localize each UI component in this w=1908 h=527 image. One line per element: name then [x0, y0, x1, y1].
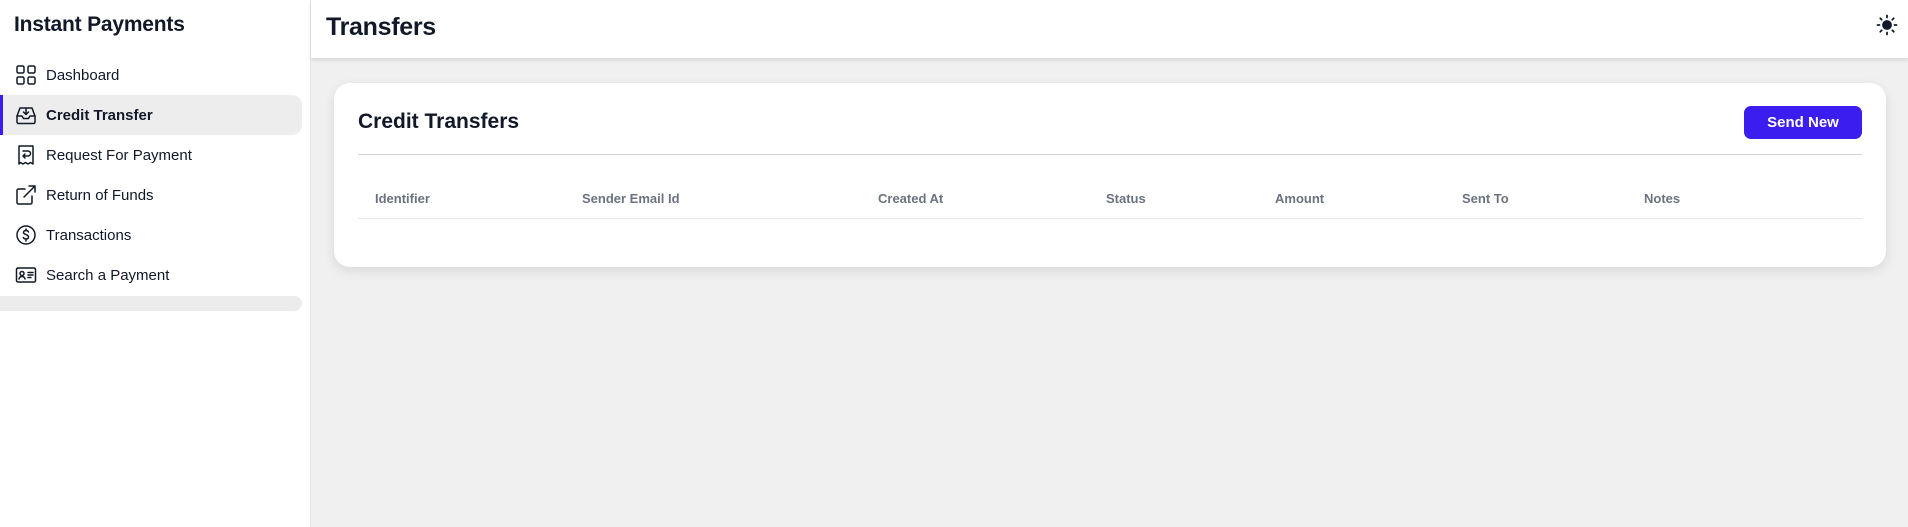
column-header-created-at[interactable]: Created At: [878, 191, 943, 206]
card-title: Credit Transfers: [358, 110, 520, 133]
sidebar-item-label: Search a Payment: [46, 266, 170, 284]
sidebar-item-label: Credit Transfer: [46, 106, 153, 124]
theme-toggle-button[interactable]: [1874, 14, 1900, 40]
dollar-circle-icon: [14, 223, 38, 247]
app-title: Instant Payments: [14, 13, 185, 36]
credit-transfers-card: Credit Transfers Send New Identifier Sen…: [334, 83, 1886, 267]
sidebar-nav: Dashboard Credit Transfer Request For Pa…: [0, 55, 302, 295]
column-header-sent-to[interactable]: Sent To: [1462, 191, 1509, 206]
sidebar-item-search-a-payment[interactable]: Search a Payment: [0, 255, 302, 295]
column-header-status[interactable]: Status: [1106, 191, 1146, 206]
grid-icon: [14, 63, 38, 87]
top-bar: Transfers: [311, 0, 1908, 58]
sidebar-item-request-for-payment[interactable]: Request For Payment: [0, 135, 302, 175]
column-header-notes[interactable]: Notes: [1644, 191, 1680, 206]
column-header-amount[interactable]: Amount: [1275, 191, 1324, 206]
sidebar-scrollbar[interactable]: [0, 296, 302, 311]
card-divider: [358, 154, 1862, 155]
receipt-return-icon: [14, 143, 38, 167]
sidebar: Instant Payments Dashboard Credit Transf…: [0, 0, 311, 527]
sidebar-item-return-of-funds[interactable]: Return of Funds: [0, 175, 302, 215]
sidebar-item-label: Return of Funds: [46, 186, 154, 204]
sidebar-item-label: Request For Payment: [46, 146, 192, 164]
transfers-table-header: Identifier Sender Email Id Created At St…: [358, 182, 1862, 219]
column-header-sender-email-id[interactable]: Sender Email Id: [582, 191, 680, 206]
inbox-icon: [14, 103, 38, 127]
sidebar-item-label: Transactions: [46, 226, 132, 244]
id-card-icon: [14, 263, 38, 287]
sidebar-item-credit-transfer[interactable]: Credit Transfer: [0, 95, 302, 135]
column-header-identifier[interactable]: Identifier: [375, 191, 430, 206]
external-link-icon: [14, 183, 38, 207]
page-title: Transfers: [326, 13, 436, 41]
sun-icon: [1876, 14, 1898, 41]
sidebar-item-label: Dashboard: [46, 66, 120, 84]
sidebar-item-dashboard[interactable]: Dashboard: [0, 55, 302, 95]
send-new-button[interactable]: Send New: [1744, 106, 1862, 139]
sidebar-item-transactions[interactable]: Transactions: [0, 215, 302, 255]
